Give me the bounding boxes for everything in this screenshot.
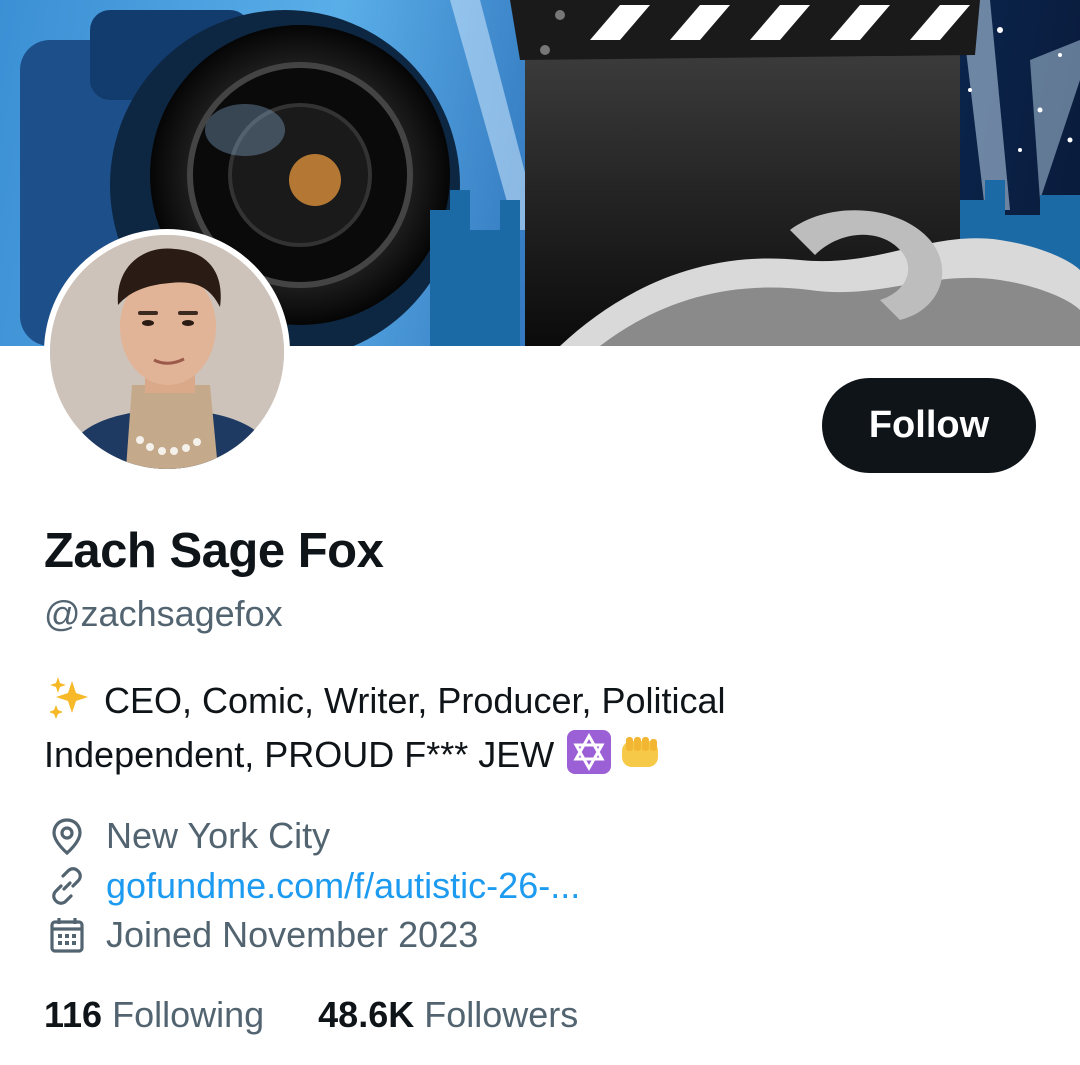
location-text: New York City [106, 815, 331, 856]
bio-text-line1: CEO, Comic, Writer, Producer, Political [104, 680, 726, 721]
following-link[interactable]: 116 Following [44, 994, 264, 1036]
link-icon [44, 863, 90, 909]
website-link[interactable]: gofundme.com/f/autistic-26-... [106, 865, 580, 907]
star-of-david-icon [566, 729, 612, 775]
oncoming-fist-icon [616, 729, 662, 775]
following-label: Following [112, 994, 265, 1035]
profile-website: gofundme.com/f/autistic-26-... [44, 862, 580, 910]
user-handle: @zachsagefox [44, 593, 283, 634]
followers-label: Followers [424, 994, 579, 1035]
following-count: 116 [44, 994, 103, 1035]
followers-count: 48.6K [318, 994, 415, 1035]
calendar-icon [44, 912, 90, 958]
followers-link[interactable]: 48.6K Followers [318, 994, 578, 1036]
join-date-text: Joined November 2023 [106, 914, 479, 955]
profile-location: New York City [44, 812, 330, 860]
avatar[interactable] [44, 229, 290, 475]
sparkles-icon [46, 675, 92, 721]
bio-text-line2: Independent, PROUD F*** JEW [44, 734, 555, 775]
display-name: Zach Sage Fox [44, 524, 384, 578]
follow-stats: 116 Following 48.6K Followers [44, 994, 578, 1036]
profile-join-date: Joined November 2023 [44, 911, 478, 959]
follow-button[interactable]: Follow [822, 378, 1036, 473]
avatar-image [50, 235, 284, 469]
location-pin-icon [44, 813, 90, 859]
profile-bio: CEO, Comic, Writer, Producer, Political … [44, 674, 944, 782]
